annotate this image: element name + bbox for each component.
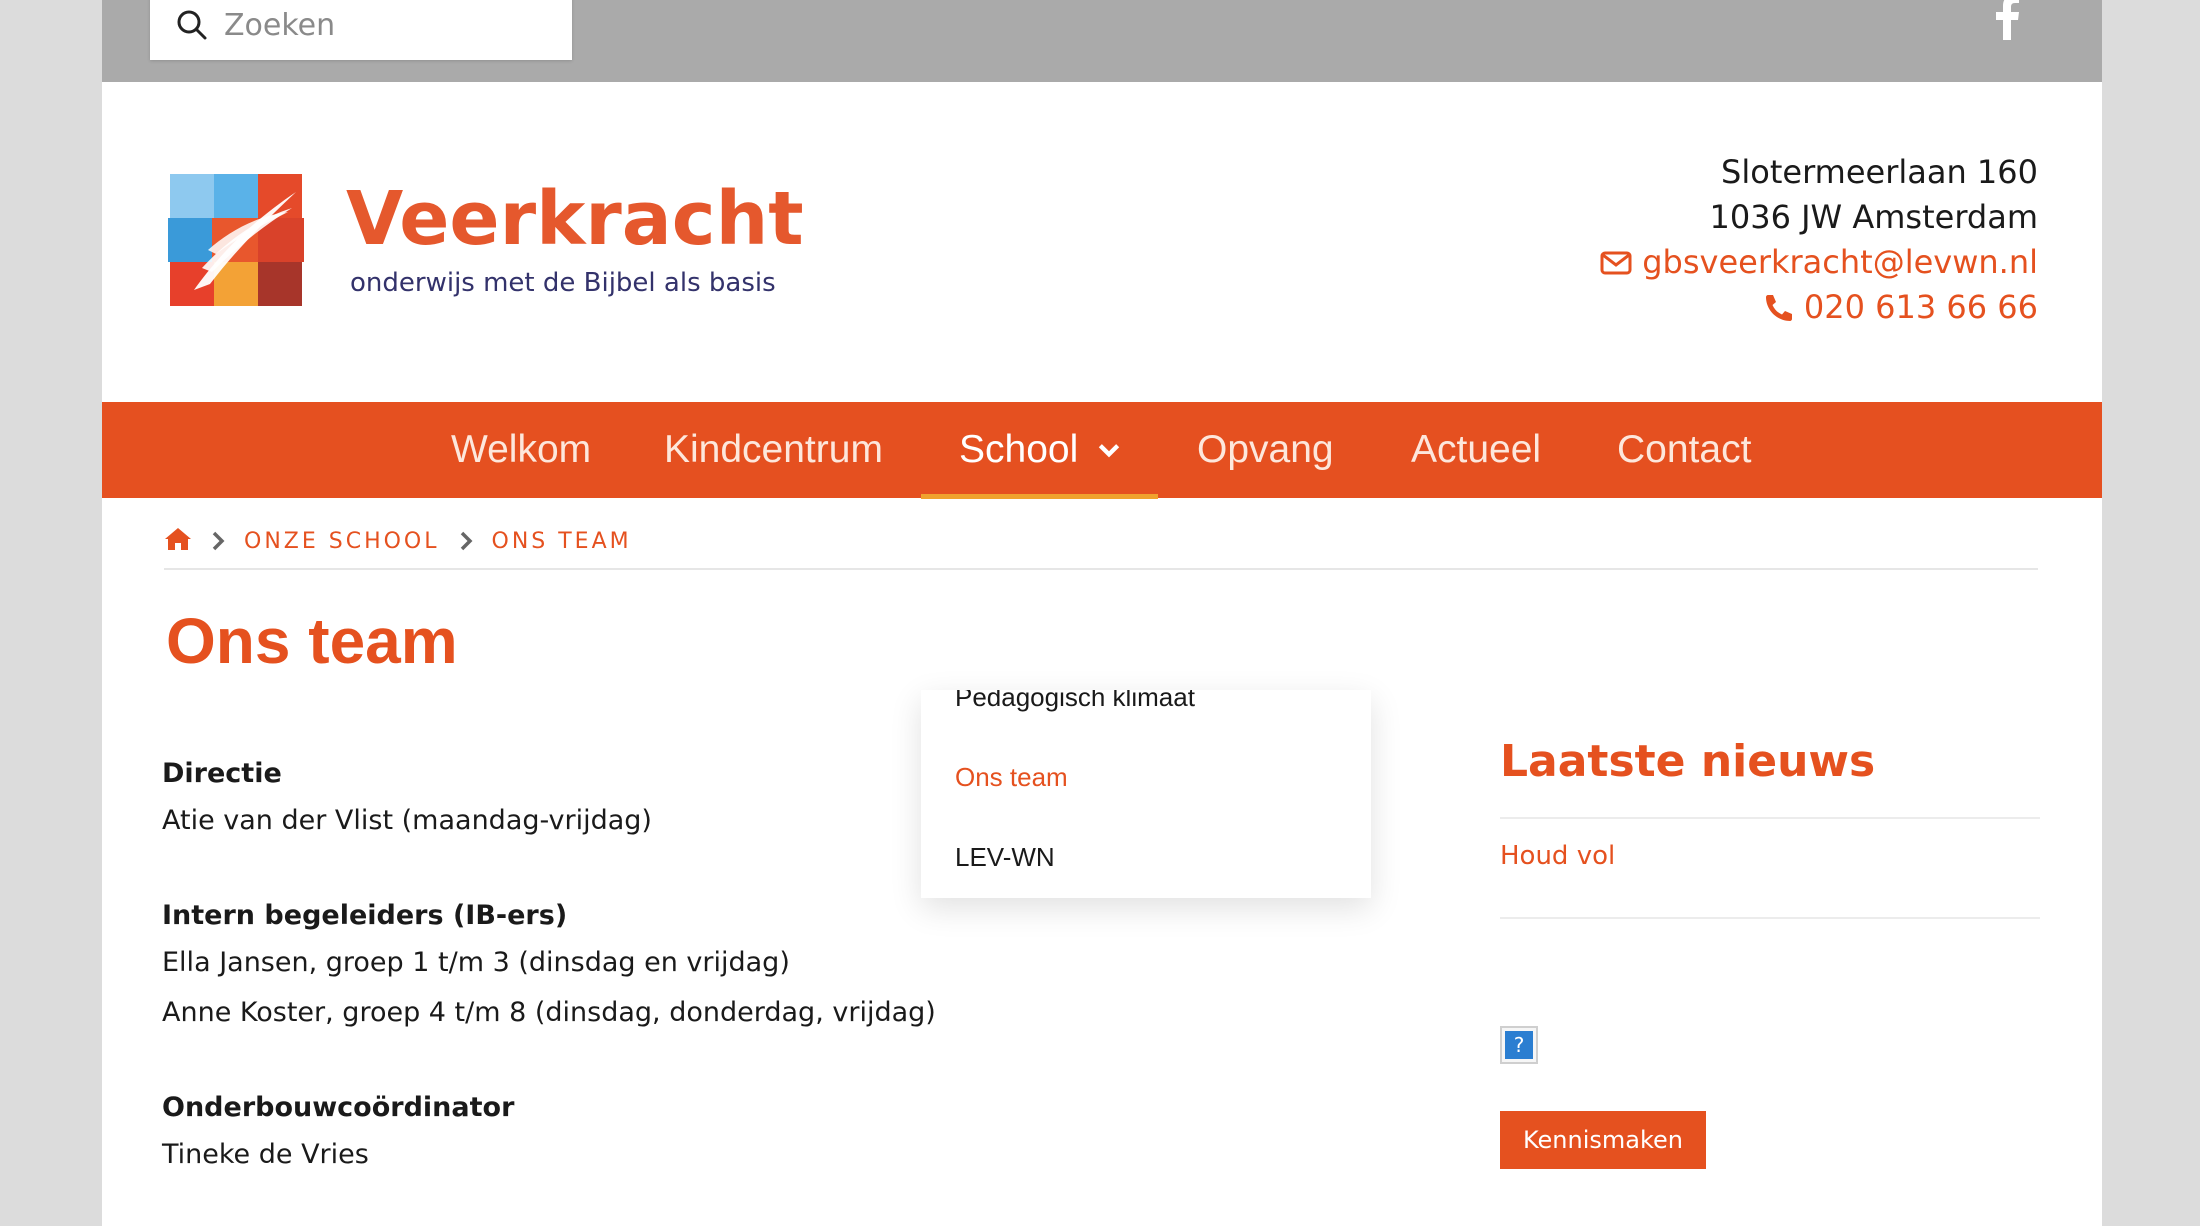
team-member: Tineke de Vries xyxy=(162,1139,369,1170)
help-symbol: ? xyxy=(1505,1031,1533,1059)
section-heading: Intern begeleiders (IB-ers) xyxy=(162,900,568,931)
breadcrumb-item-onze-school[interactable]: ONZE SCHOOL xyxy=(244,526,440,558)
submenu-item-pedagogisch-klimaat[interactable]: Pedagogisch klimaat xyxy=(955,690,1195,713)
team-member: Ella Jansen, groep 1 t/m 3 (dinsdag en v… xyxy=(162,947,790,978)
help-icon[interactable]: ? xyxy=(1500,1026,1538,1064)
email-text[interactable]: gbsveerkracht@levwn.nl xyxy=(1642,240,2038,285)
search-box[interactable] xyxy=(150,0,572,60)
news-heading: Laatste nieuws xyxy=(1500,736,1876,787)
breadcrumb: ONZE SCHOOL ONS TEAM xyxy=(164,526,2038,570)
search-icon[interactable] xyxy=(176,9,208,41)
logo-tagline: onderwijs met de Bijbel als basis xyxy=(350,268,776,298)
chevron-down-icon[interactable] xyxy=(1096,437,1122,463)
submenu-item-ons-team[interactable]: Ons team xyxy=(955,762,1068,793)
page: Veerkracht onderwijs met de Bijbel als b… xyxy=(102,0,2102,1226)
address-street: Slotermeerlaan 160 xyxy=(1721,153,2038,191)
nav-label-welkom[interactable]: Welkom xyxy=(451,428,591,472)
chevron-right-icon xyxy=(460,531,472,551)
main-nav: Welkom Kindcentrum School Opvang Actueel… xyxy=(102,402,2102,499)
home-icon[interactable] xyxy=(164,526,192,552)
nav-label-actueel[interactable]: Actueel xyxy=(1411,428,1541,472)
logo-title: Veerkracht xyxy=(346,176,804,262)
school-submenu: Pedagogisch klimaat Ons team LEV-WN xyxy=(921,690,1371,898)
team-section-onderbouw: Onderbouwcoördinator Tineke de Vries xyxy=(162,1086,1062,1180)
nav-item-contact[interactable]: Contact xyxy=(1617,402,1751,498)
nav-item-opvang[interactable]: Opvang xyxy=(1197,402,1334,498)
submenu-item-lev-wn[interactable]: LEV-WN xyxy=(955,842,1055,873)
team-section-ib: Intern begeleiders (IB-ers) Ella Jansen,… xyxy=(162,894,1062,1038)
team-member: Anne Koster, groep 4 t/m 8 (dinsdag, don… xyxy=(162,997,936,1028)
address-city: 1036 JW Amsterdam xyxy=(1709,198,2038,236)
breadcrumb-item-ons-team[interactable]: ONS TEAM xyxy=(492,526,632,558)
search-input[interactable] xyxy=(224,7,544,43)
logo-mark-icon xyxy=(168,174,304,306)
envelope-icon xyxy=(1600,251,1632,274)
logo[interactable]: Veerkracht onderwijs met de Bijbel als b… xyxy=(164,168,804,318)
page-title: Ons team xyxy=(166,605,458,677)
phone-link[interactable]: 020 613 66 66 xyxy=(1600,285,2038,330)
nav-label-opvang[interactable]: Opvang xyxy=(1197,428,1334,472)
breadcrumb-home[interactable] xyxy=(164,526,192,558)
active-nav-indicator xyxy=(921,494,1158,499)
phone-text[interactable]: 020 613 66 66 xyxy=(1804,285,2038,330)
nav-label-kindcentrum[interactable]: Kindcentrum xyxy=(664,428,883,472)
nav-item-welkom[interactable]: Welkom xyxy=(451,402,591,498)
nav-item-actueel[interactable]: Actueel xyxy=(1411,402,1541,498)
facebook-icon[interactable] xyxy=(1988,0,2024,40)
nav-label-contact[interactable]: Contact xyxy=(1617,428,1751,472)
contact-info: Slotermeerlaan 160 1036 JW Amsterdam gbs… xyxy=(1600,150,2038,330)
kennismaken-button[interactable]: Kennismaken xyxy=(1500,1111,1706,1169)
news-item[interactable]: Houd vol xyxy=(1500,841,1615,871)
phone-icon xyxy=(1765,294,1792,321)
nav-item-kindcentrum[interactable]: Kindcentrum xyxy=(664,402,883,498)
top-bar xyxy=(102,0,2102,82)
news-list: Houd vol xyxy=(1500,817,2040,919)
email-link[interactable]: gbsveerkracht@levwn.nl xyxy=(1600,240,2038,285)
chevron-right-icon xyxy=(212,531,225,551)
nav-label-school[interactable]: School xyxy=(959,428,1078,472)
section-heading: Onderbouwcoördinator xyxy=(162,1092,515,1123)
nav-item-school[interactable]: School xyxy=(959,402,1122,498)
sidebar: Laatste nieuws Houd vol ? Kennismaken xyxy=(1500,736,2040,1169)
